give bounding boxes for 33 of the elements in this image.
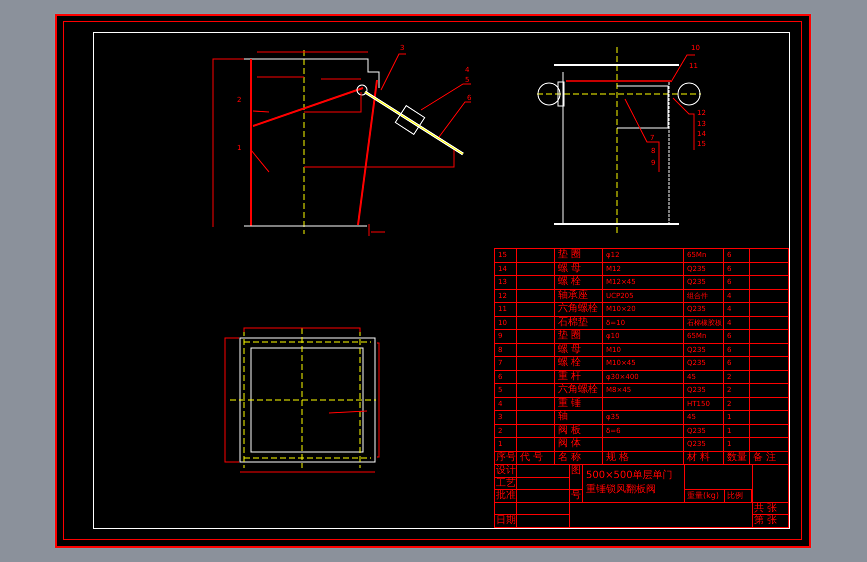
field-label: 共 张: [753, 502, 789, 516]
table-cell: 轴承座: [555, 290, 603, 304]
table-cell: 轴: [555, 411, 603, 425]
field-label: 工艺: [495, 478, 517, 490]
table-cell: 石棉垫: [555, 316, 603, 330]
field-label: 设计: [495, 465, 517, 478]
column-header: 规 格: [603, 452, 684, 466]
field-label: 比例: [725, 490, 752, 502]
field-label: 第 张: [753, 515, 789, 528]
table-cell: 螺 母: [555, 344, 603, 358]
table-cell: 阀 体: [555, 438, 603, 452]
column-header: 材 料: [684, 452, 724, 466]
table-cell: 六角螺栓: [555, 384, 603, 398]
table-cell: 螺 母: [555, 262, 603, 276]
field-label: 号: [570, 490, 583, 503]
table-cell: 六角螺栓: [555, 303, 603, 317]
table-cell: 垫 圈: [555, 330, 603, 344]
column-header: 备 注: [750, 452, 789, 466]
field-label: 日期: [495, 515, 517, 528]
table-cell: 螺 栓: [555, 276, 603, 290]
table-cell: 阀 板: [555, 424, 603, 438]
column-header: 代 号: [517, 452, 555, 466]
field-label: 图: [570, 465, 583, 490]
table-cell: 螺 栓: [555, 357, 603, 371]
table-cell: 重 锤: [555, 398, 603, 412]
column-header: 序号: [495, 452, 517, 466]
drawing-title: 500×500单层单门 重锤锁风翻板阀: [583, 465, 685, 503]
table-cell: 垫 圈: [555, 249, 603, 263]
field-label: 重量(kg): [685, 490, 725, 502]
column-header: 名 称: [555, 452, 603, 466]
field-label: 批准: [495, 490, 517, 503]
column-header: 数量: [724, 452, 750, 466]
table-cell: 重 杆: [555, 370, 603, 384]
